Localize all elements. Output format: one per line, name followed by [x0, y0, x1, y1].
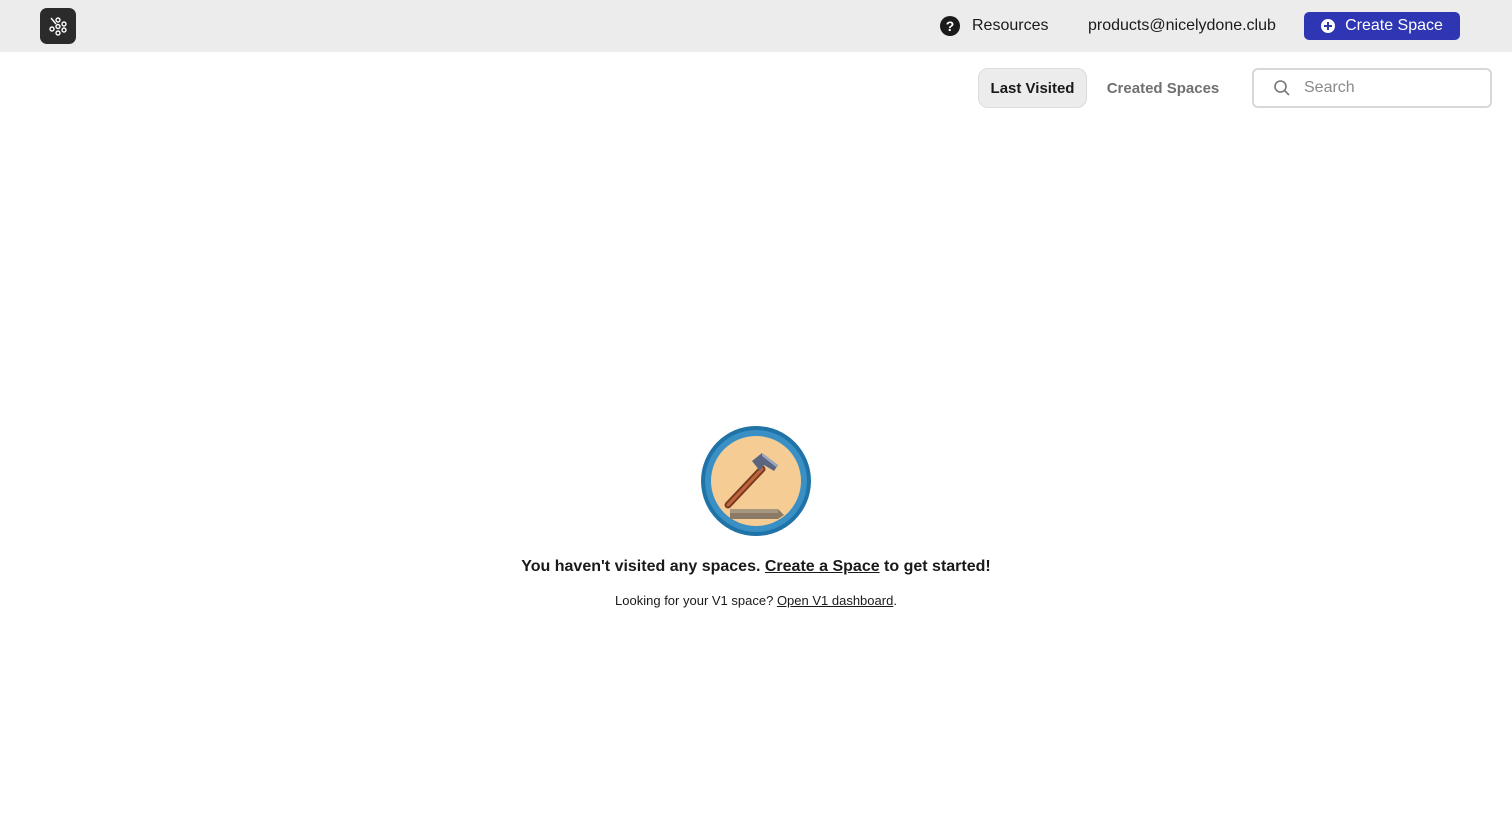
v1-dashboard-message: Looking for your V1 space? Open V1 dashb…: [0, 592, 1512, 610]
resources-link[interactable]: ? Resources: [940, 14, 1048, 38]
v1-message-suffix: .: [893, 593, 897, 608]
resources-label: Resources: [972, 17, 1049, 34]
plus-circle-icon: [1321, 19, 1336, 33]
top-bar: ? Resources products@nicelydone.club Cre…: [0, 0, 1512, 52]
account-email[interactable]: products@nicelydone.club: [1088, 14, 1276, 38]
tab-created-spaces[interactable]: Created Spaces: [1095, 68, 1231, 108]
tab-last-visited[interactable]: Last Visited: [978, 68, 1087, 108]
search-box[interactable]: [1252, 68, 1492, 108]
logo-glyph-icon: [49, 17, 67, 36]
open-v1-dashboard-link[interactable]: Open V1 dashboard: [777, 593, 893, 608]
create-space-button[interactable]: Create Space: [1304, 12, 1460, 40]
app-logo-icon[interactable]: [40, 8, 76, 44]
hammer-badge-icon: [701, 426, 811, 536]
help-icon: ?: [940, 16, 960, 36]
create-a-space-link[interactable]: Create a Space: [765, 558, 880, 575]
empty-message-suffix: to get started!: [879, 558, 991, 575]
empty-message-prefix: You haven't visited any spaces.: [521, 558, 765, 575]
search-icon: [1274, 80, 1290, 96]
create-space-label: Create Space: [1345, 17, 1443, 34]
search-input[interactable]: [1302, 78, 1486, 98]
v1-message-prefix: Looking for your V1 space?: [615, 593, 777, 608]
empty-state-message: You haven't visited any spaces. Create a…: [0, 556, 1512, 578]
